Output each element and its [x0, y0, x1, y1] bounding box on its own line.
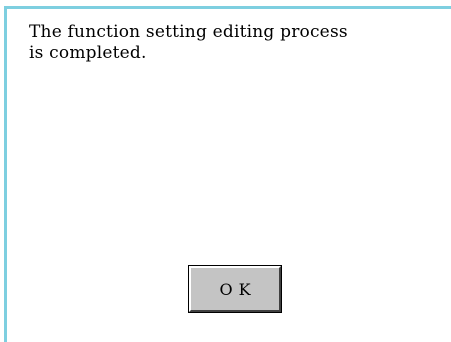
completion-message: The function setting editing process is … [29, 22, 348, 63]
ok-button[interactable]: OK [188, 265, 282, 313]
completion-dialog: The function setting editing process is … [4, 6, 451, 342]
